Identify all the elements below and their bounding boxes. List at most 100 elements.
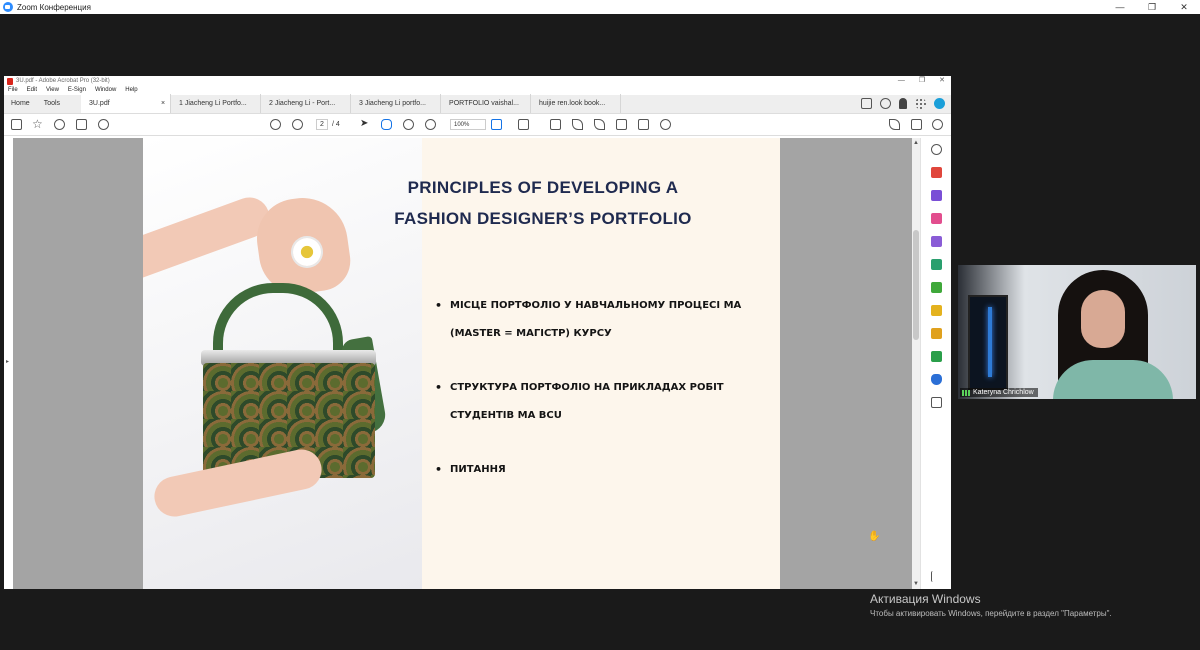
page-navigator: 2 / 4 xyxy=(316,119,340,130)
tab-document[interactable]: 3 Jiacheng Li portfo... xyxy=(351,94,442,113)
print-production-icon[interactable] xyxy=(931,351,942,362)
scroll-mode-icon[interactable] xyxy=(518,119,529,130)
export-pdf-icon[interactable] xyxy=(931,259,942,270)
slide-title-line: PRINCIPLES OF DEVELOPING A xyxy=(407,178,679,197)
comment-tool-icon[interactable] xyxy=(931,305,942,316)
photo-arm xyxy=(143,191,276,285)
edit-pdf-icon[interactable] xyxy=(931,236,942,247)
activation-title: Активация Windows xyxy=(870,592,981,606)
background-monitor xyxy=(968,295,1008,390)
hand-cursor-icon: ✋ xyxy=(868,531,881,542)
bullet-item: ПИТАННЯ xyxy=(435,456,755,484)
rotate-icon[interactable] xyxy=(660,119,671,130)
left-pane-toggle[interactable]: ▸ xyxy=(4,138,13,589)
scroll-thumb[interactable] xyxy=(913,230,919,340)
close-button[interactable]: ✕ xyxy=(1168,0,1200,14)
bullet-item: СТРУКТУРА ПОРТФОЛІО НА ПРИКЛАДАХ РОБІТ С… xyxy=(435,374,755,430)
windows-activation-watermark: Активация Windows Чтобы активировать Win… xyxy=(870,592,1112,618)
participant-video-tile[interactable]: Kateryna Chrichlow xyxy=(958,265,1196,399)
signal-strength-icon xyxy=(962,389,970,396)
pdf-file-icon xyxy=(7,77,13,85)
scroll-down-icon[interactable]: ▼ xyxy=(912,581,920,587)
star-icon[interactable]: ☆ xyxy=(32,118,43,130)
save-icon[interactable] xyxy=(11,119,22,130)
activation-subtitle: Чтобы активировать Windows, перейдите в … xyxy=(870,609,1112,618)
tab-label: 3U.pdf xyxy=(89,100,110,107)
zoom-window-title: Zoom Конференция xyxy=(17,2,91,12)
apps-grid-icon[interactable] xyxy=(915,98,926,109)
previous-page-icon[interactable] xyxy=(270,119,281,130)
create-pdf-icon[interactable] xyxy=(931,167,942,178)
acrobat-toolbar: ☆ 2 / 4 ➤ 100% xyxy=(4,114,951,136)
zoom-in-icon[interactable] xyxy=(425,119,436,130)
zoom-search-icon[interactable] xyxy=(931,144,942,155)
zoom-level-select[interactable]: 100% xyxy=(450,119,486,130)
account-avatar-icon[interactable] xyxy=(934,98,945,109)
tab-close-icon[interactable]: × xyxy=(161,94,165,113)
tab-home[interactable]: Home xyxy=(4,94,37,113)
acrobat-window-controls: — ❐ ✕ xyxy=(898,76,945,86)
bell-icon[interactable] xyxy=(899,98,907,109)
tab-tools[interactable]: Tools xyxy=(37,94,67,113)
hand-tool-icon[interactable] xyxy=(381,119,392,130)
scroll-up-icon[interactable]: ▲ xyxy=(912,140,920,146)
tabbar-right-icons xyxy=(861,98,945,109)
participant-name: Kateryna Chrichlow xyxy=(973,389,1034,396)
share-screen-icon[interactable] xyxy=(861,98,872,109)
acrobat-tabbar: Home Tools 3U.pdf × 1 Jiacheng Li Portfo… xyxy=(4,94,951,114)
more-tools-icon[interactable] xyxy=(931,397,942,408)
upload-cloud-icon[interactable] xyxy=(54,119,65,130)
vertical-scrollbar[interactable]: ▲ ▼ xyxy=(912,138,920,589)
combine-files-icon[interactable] xyxy=(931,190,942,201)
user-account-icon[interactable] xyxy=(932,119,943,130)
acrobat-maximize-button[interactable]: ❐ xyxy=(919,76,925,86)
zoom-logo-icon xyxy=(3,2,13,12)
maximize-button[interactable]: ❐ xyxy=(1136,0,1168,14)
right-tools-panel xyxy=(920,138,951,589)
acrobat-window-title: 3U.pdf - Adobe Acrobat Pro (32-bit) xyxy=(16,78,110,84)
flower-ring-image xyxy=(293,238,321,266)
organize-pages-icon[interactable] xyxy=(931,213,942,224)
highlight-pen-icon[interactable] xyxy=(572,119,583,130)
shared-acrobat-window: 3U.pdf - Adobe Acrobat Pro (32-bit) — ❐ … xyxy=(4,76,951,589)
tab-document[interactable]: 2 Jiacheng Li - Port... xyxy=(261,94,352,113)
participant-face xyxy=(1081,290,1125,348)
delete-icon[interactable] xyxy=(638,119,649,130)
draw-icon[interactable] xyxy=(594,119,605,130)
collapse-panel-icon[interactable] xyxy=(931,571,937,582)
tab-document[interactable]: 1 Jiacheng Li Portfo... xyxy=(171,94,262,113)
help-icon[interactable] xyxy=(880,98,891,109)
scan-ocr-icon[interactable] xyxy=(931,282,942,293)
acrobat-close-button[interactable]: ✕ xyxy=(939,76,945,86)
slide-bullet-list: МІСЦЕ ПОРТФОЛІО У НАВЧАЛЬНОМУ ПРОЦЕСІ МА… xyxy=(435,292,755,510)
zoom-window-controls: — ❐ ✕ xyxy=(1104,0,1200,14)
page-number-input[interactable]: 2 xyxy=(316,119,328,130)
slide-title-line: FASHION DESIGNER’S PORTFOLIO xyxy=(394,209,692,228)
expand-arrow-icon[interactable]: ▸ xyxy=(6,358,9,365)
next-page-icon[interactable] xyxy=(292,119,303,130)
acrobat-minimize-button[interactable]: — xyxy=(898,76,905,86)
fit-page-icon[interactable] xyxy=(491,119,502,130)
page-total: / 4 xyxy=(332,121,340,128)
comment-icon[interactable] xyxy=(550,119,561,130)
tab-document[interactable]: PORTFOLIO vaishal... xyxy=(441,94,532,113)
zoom-titlebar: Zoom Конференция — ❐ ✕ xyxy=(0,0,1200,14)
document-viewer: ▸ PRINCIPLES OF DEVELOPING A FASHION DES… xyxy=(4,138,951,589)
select-cursor-icon[interactable]: ➤ xyxy=(360,119,371,130)
tab-3u-pdf[interactable]: 3U.pdf × xyxy=(81,94,172,113)
participant-body xyxy=(1053,360,1173,399)
slide-title: PRINCIPLES OF DEVELOPING A FASHION DESIG… xyxy=(373,172,713,234)
bullet-item: МІСЦЕ ПОРТФОЛІО У НАВЧАЛЬНОМУ ПРОЦЕСІ МА… xyxy=(435,292,755,348)
search-icon[interactable] xyxy=(98,119,109,130)
sticky-note-icon[interactable] xyxy=(931,328,942,339)
pdf-page-slide: PRINCIPLES OF DEVELOPING A FASHION DESIG… xyxy=(143,138,780,589)
participant-name-label: Kateryna Chrichlow xyxy=(960,388,1038,397)
protect-shield-icon[interactable] xyxy=(931,374,942,385)
minimize-button[interactable]: — xyxy=(1104,0,1136,14)
tab-document[interactable]: huijie ren.look book... xyxy=(531,94,622,113)
stamp-icon[interactable] xyxy=(616,119,627,130)
fill-sign-icon[interactable] xyxy=(889,119,900,130)
email-icon[interactable] xyxy=(911,119,922,130)
print-icon[interactable] xyxy=(76,119,87,130)
zoom-out-icon[interactable] xyxy=(403,119,414,130)
